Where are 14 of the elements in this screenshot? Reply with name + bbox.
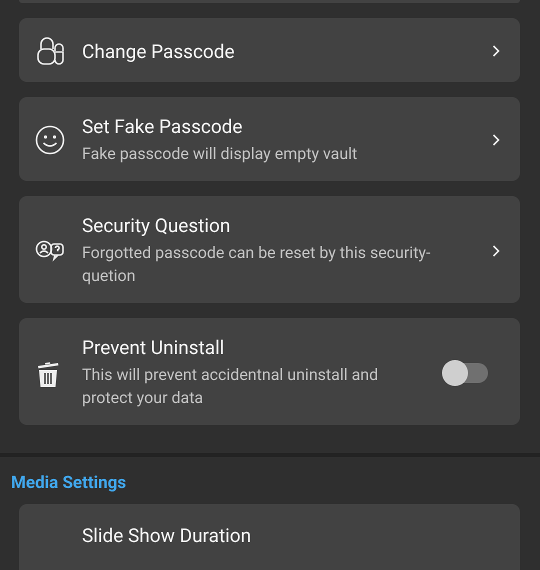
setting-title: Change Passcode [82,40,236,62]
setting-title: Prevent Uninstall [82,336,226,359]
setting-description: Fake passcode will display empty vault [82,143,358,165]
setting-description: This will prevent accidentnal uninstall and protect your data [82,364,380,409]
settings-card[interactable]: Prevent Uninstall This will prevent accidentnal uninstall and protect your data [19,318,520,425]
setting-description: Forgotted passcode can be reset by this security-quetion [82,242,432,287]
section-heading: Media Settings [11,473,128,493]
settings-card[interactable]: Change Passcode [19,18,520,82]
setting-title: Set Fake Passcode [82,115,244,138]
settings-card[interactable]: Set Fake Passcode Fake passcode will display empty vault [19,97,520,181]
setting-title: Slide Show Duration [82,524,252,546]
settings-card[interactable]: Security Question Forgotted passcode can be reset by this security-quetion [19,196,520,303]
settings-card[interactable]: Slide Show Duration [19,504,520,570]
setting-title: Security Question [82,214,232,237]
